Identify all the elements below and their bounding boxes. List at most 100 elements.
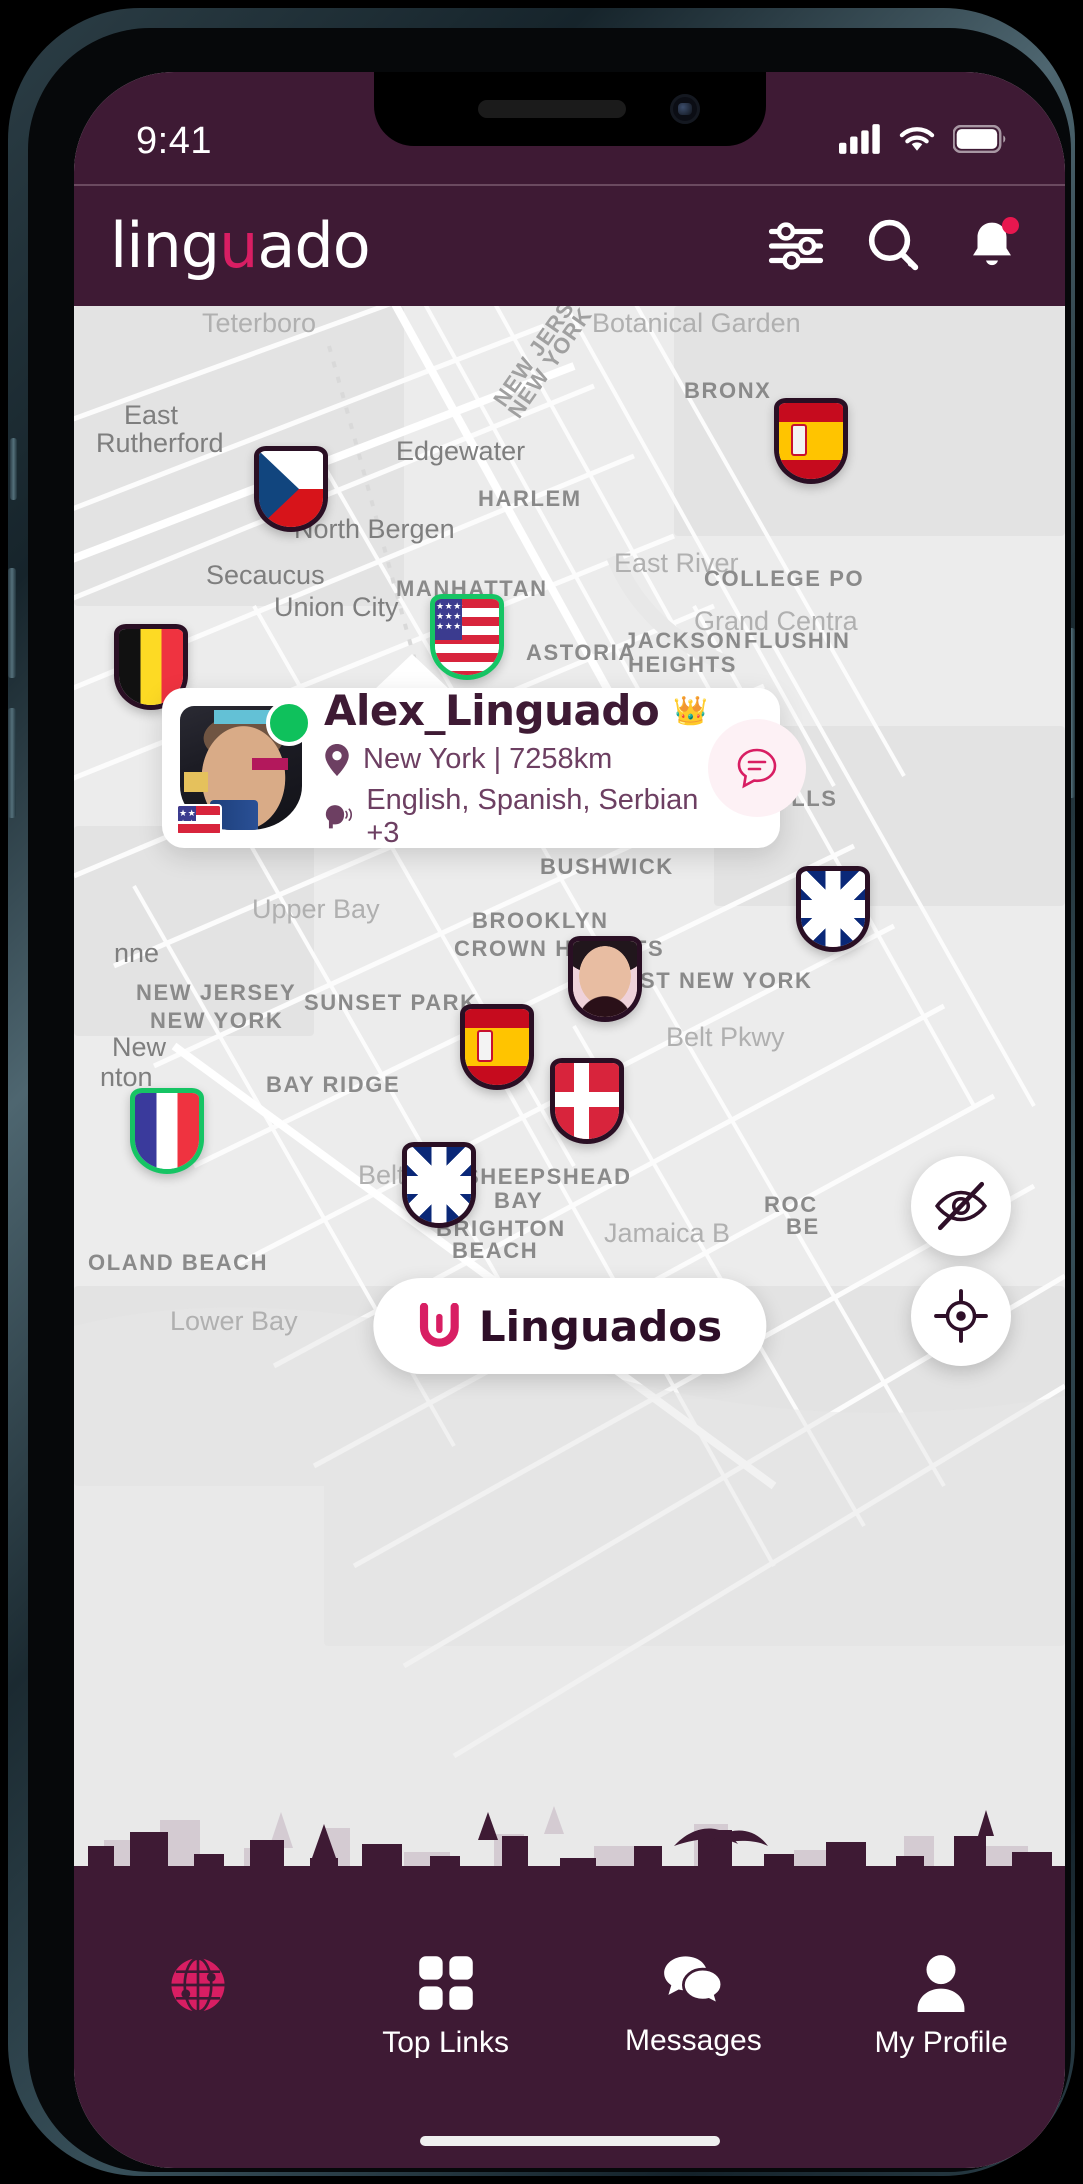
device-frame: Teterboro Botanical Garden NEW JERSEY NEW Y… xyxy=(8,8,1075,2176)
flag-dk xyxy=(555,1063,619,1139)
hide-eye-icon xyxy=(934,1181,988,1231)
sidebar-item-label: Top Links xyxy=(382,2026,509,2059)
crown-icon: 👑 xyxy=(673,694,709,726)
spain-crest xyxy=(790,424,808,457)
person-icon xyxy=(917,1955,965,2012)
map-canvas[interactable]: Teterboro Botanical Garden NEW JERSEY NEW Y… xyxy=(74,306,1065,1920)
wifi-icon xyxy=(899,127,935,151)
pin-avatar-photo xyxy=(573,941,637,1017)
linguados-button[interactable]: Linguados xyxy=(372,1278,767,1374)
map-label: Lower Bay xyxy=(170,1306,298,1336)
map-label: BROOKLYN xyxy=(472,908,609,933)
flag-fr xyxy=(135,1093,199,1169)
sidebar-item-label: Messages xyxy=(625,2024,762,2057)
map-label: East xyxy=(124,400,179,430)
map-label: BUSHWICK xyxy=(540,854,674,879)
map-label: Teterboro xyxy=(202,308,317,338)
sidebar-item-top-links[interactable]: Top Links xyxy=(336,1954,556,2060)
map-label: Upper Bay xyxy=(252,894,380,924)
locate-me-button[interactable] xyxy=(911,1266,1011,1366)
profile-username: Alex_Linguado xyxy=(324,686,660,735)
silent-switch[interactable] xyxy=(10,438,17,500)
flag-gb xyxy=(801,871,865,947)
volume-up-button[interactable] xyxy=(8,568,16,678)
map-label: Jamaica B xyxy=(604,1218,731,1248)
map-pin-spain-1[interactable] xyxy=(774,398,848,484)
map-label: BE xyxy=(786,1214,820,1239)
phone-screen: Teterboro Botanical Garden NEW JERSEY NEW Y… xyxy=(74,72,1065,2168)
map-label: Belt Pkwy xyxy=(666,1022,785,1052)
logo-text-part2: ado xyxy=(257,209,370,282)
map-pin-denmark[interactable] xyxy=(550,1058,624,1144)
map-label: HEIGHTS xyxy=(628,652,737,677)
cellular-signal-icon xyxy=(839,124,880,154)
map-label: BEACH xyxy=(452,1238,539,1263)
hide-me-button[interactable] xyxy=(911,1156,1011,1256)
speaking-head-icon xyxy=(325,805,353,829)
map-label: BAY RIDGE xyxy=(266,1072,401,1097)
sidebar-item-globe[interactable] xyxy=(88,1954,308,2030)
map-label: COLLEGE PO xyxy=(704,566,865,591)
flag-es xyxy=(465,1009,529,1085)
location-pin-icon xyxy=(325,743,349,776)
filters-button[interactable] xyxy=(767,217,825,275)
chat-bubble-icon xyxy=(737,748,777,789)
map-label: ST NEW YORK xyxy=(640,968,813,993)
spain-crest xyxy=(476,1030,494,1063)
map-label: Rutherford xyxy=(96,428,224,458)
avatar-country-flag-usa xyxy=(176,804,222,836)
logo-text-u: u xyxy=(219,209,258,282)
battery-icon xyxy=(953,125,1006,153)
profile-languages-text: English, Spanish, Serbian +3 xyxy=(366,784,699,849)
search-icon xyxy=(868,219,919,271)
profile-languages-row: English, Spanish, Serbian +3 xyxy=(324,784,708,850)
chat-button[interactable] xyxy=(708,719,807,817)
chat-bubbles-icon xyxy=(664,1956,724,2007)
online-status-dot xyxy=(266,700,312,746)
map-label: JACKSON xyxy=(624,628,743,653)
app-logo[interactable]: ling u ado xyxy=(110,209,371,282)
map-label: BAY xyxy=(494,1188,544,1213)
map-pin-uk-1[interactable] xyxy=(796,866,870,952)
map-pin-uk-2[interactable] xyxy=(402,1142,476,1228)
flag-es xyxy=(779,403,843,479)
notch xyxy=(373,72,766,146)
sidebar-item-my-profile[interactable]: My Profile xyxy=(831,1954,1051,2060)
card-pointer xyxy=(374,654,450,690)
map-label: New xyxy=(112,1032,167,1062)
map-pin-woman[interactable] xyxy=(568,936,642,1022)
status-indicators xyxy=(839,124,1007,154)
map-label: NEW JERSEY xyxy=(136,980,297,1005)
avatar-wrapper[interactable] xyxy=(176,700,312,836)
volume-down-button[interactable] xyxy=(8,708,16,818)
linguado-u-icon xyxy=(419,1303,459,1347)
map-pin-spain-2[interactable] xyxy=(460,1004,534,1090)
filters-icon xyxy=(768,222,824,270)
profile-name-row: Alex_Linguado 👑 xyxy=(324,686,708,735)
status-time: 9:41 xyxy=(136,120,212,162)
device-bezel: Teterboro Botanical Garden NEW JERSEY NEW Y… xyxy=(28,28,1071,2172)
map-label: HARLEM xyxy=(478,486,582,511)
grid-icon xyxy=(418,1956,473,2010)
notifications-button[interactable] xyxy=(963,217,1021,275)
map-pin-czech[interactable] xyxy=(254,446,328,532)
profile-location-row: New York | 7258km xyxy=(324,743,708,776)
earpiece-speaker xyxy=(477,100,626,118)
flag-gb xyxy=(407,1147,471,1223)
map-label: nne xyxy=(114,938,160,968)
locate-crosshair-icon xyxy=(934,1289,988,1343)
search-button[interactable] xyxy=(865,217,923,275)
skyline-silhouette xyxy=(74,1806,1065,1920)
linguados-label: Linguados xyxy=(478,1301,723,1351)
map-pin-france[interactable] xyxy=(130,1088,204,1174)
map-label: Union City xyxy=(274,592,399,622)
map-label: BRONX xyxy=(684,378,772,403)
profile-card[interactable]: Alex_Linguado 👑 New York | 7258km xyxy=(162,686,807,850)
header-actions xyxy=(767,217,1021,275)
bottom-navigation[interactable]: Top Links Messages My Profile xyxy=(74,1920,1065,2168)
notification-badge-dot xyxy=(1002,217,1019,234)
home-indicator xyxy=(419,2136,720,2146)
map-label: SUNSET PARK xyxy=(304,990,478,1015)
sidebar-item-messages[interactable]: Messages xyxy=(583,1954,803,2058)
map-label: SHEEPSHEAD xyxy=(464,1164,632,1189)
